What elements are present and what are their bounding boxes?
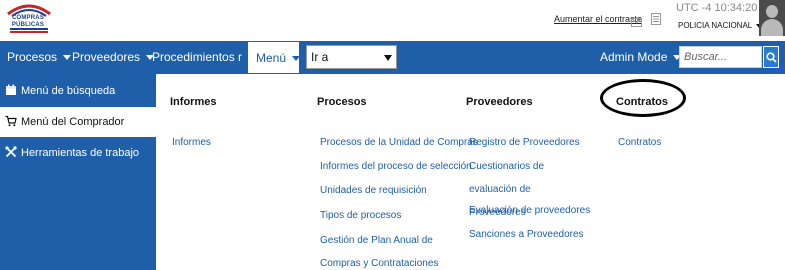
column-title-informes: Informes (170, 96, 217, 108)
sidebar-item-label: Menú de búsqueda (21, 85, 116, 97)
document-icon[interactable] (651, 12, 661, 25)
nav-procedimientos-recientes[interactable]: Procedimientos recien (152, 41, 242, 74)
avatar[interactable] (759, 0, 785, 36)
nav-procedimientos-label: Procedimientos recien (152, 50, 242, 64)
nav-proveedores-label: Proveedores (72, 50, 141, 64)
sidebar-item-label: Menú del Comprador (21, 116, 125, 128)
clock: UTC -4 10:34:20 (676, 2, 758, 14)
chevron-down-icon (63, 55, 72, 61)
admin-mode-dropdown[interactable]: Admin Mode (600, 41, 682, 74)
nav-procesos-label: Procesos (7, 50, 58, 64)
admin-mode-label: Admin Mode (600, 50, 668, 64)
search-input[interactable] (679, 46, 762, 68)
link-plan-anual-compras[interactable]: Gestión de Plan Anual de Compras y Contr… (320, 229, 460, 270)
column-title-proveedores: Proveedores (466, 96, 533, 108)
logo-text: COMPRAS PÚBLICAS (11, 15, 45, 28)
link-contratos[interactable]: Contratos (618, 131, 661, 154)
chevron-down-icon (292, 56, 301, 62)
sidebar-item-menu-comprador[interactable]: Menú del Comprador (0, 107, 156, 137)
mega-menu-panel: Informes Informes Procesos Procesos de l… (156, 74, 785, 270)
chevron-down-icon (384, 55, 392, 61)
organization-name: POLICIA NACIONAL (678, 21, 753, 30)
shopping-cart-icon (5, 115, 17, 127)
nav-procesos[interactable]: Procesos (7, 41, 72, 74)
search-button[interactable] (763, 46, 779, 68)
nav-menu-label: Menú (256, 51, 287, 65)
mail-icon[interactable] (631, 14, 642, 27)
link-tipos-procesos[interactable]: Tipos de procesos (320, 204, 401, 227)
goto-select-value: Ir a (311, 50, 329, 64)
link-unidades-requisicion[interactable]: Unidades de requisición (320, 179, 427, 202)
page: COMPRAS PÚBLICAS Aumentar el contraste U… (0, 0, 785, 270)
column-title-procesos: Procesos (317, 96, 367, 108)
link-procesos-unidad-compras[interactable]: Procesos de la Unidad de Compras (320, 131, 478, 154)
sidebar: Menú de búsqueda Menú del Comprador Herr… (0, 74, 156, 270)
link-registro-proveedores[interactable]: Registro de Proveedores (469, 131, 580, 154)
annotation-circle (600, 79, 686, 117)
top-header: COMPRAS PÚBLICAS Aumentar el contraste U… (0, 0, 785, 41)
sidebar-item-menu-busqueda[interactable]: Menú de búsqueda (0, 76, 156, 106)
link-informes[interactable]: Informes (172, 131, 211, 154)
compras-logo[interactable]: COMPRAS PÚBLICAS (4, 2, 54, 39)
search-icon (766, 52, 777, 63)
avatar-head (766, 5, 778, 18)
increase-contrast-link[interactable]: Aumentar el contraste (554, 14, 642, 24)
nav-proveedores[interactable]: Proveedores (72, 41, 155, 74)
avatar-body (761, 19, 783, 36)
organization-selector[interactable]: POLICIA NACIONAL (678, 21, 763, 30)
link-informes-proceso-seleccion[interactable]: Informes del proceso de selección (320, 155, 472, 178)
sidebar-item-herramientas[interactable]: Herramientas de trabajo (0, 138, 156, 168)
nav-menu[interactable]: Menú (247, 41, 301, 74)
tools-icon (5, 146, 17, 158)
goto-select[interactable]: Ir a (306, 45, 397, 69)
calendar-icon (6, 84, 16, 95)
main-navbar: Procesos Proveedores Procedimientos reci… (0, 41, 785, 74)
sidebar-item-label: Herramientas de trabajo (21, 147, 140, 159)
link-evaluacion-proveedores[interactable]: Evaluación de proveedores (469, 199, 590, 222)
link-sanciones-proveedores[interactable]: Sanciones a Proveedores (469, 223, 584, 246)
